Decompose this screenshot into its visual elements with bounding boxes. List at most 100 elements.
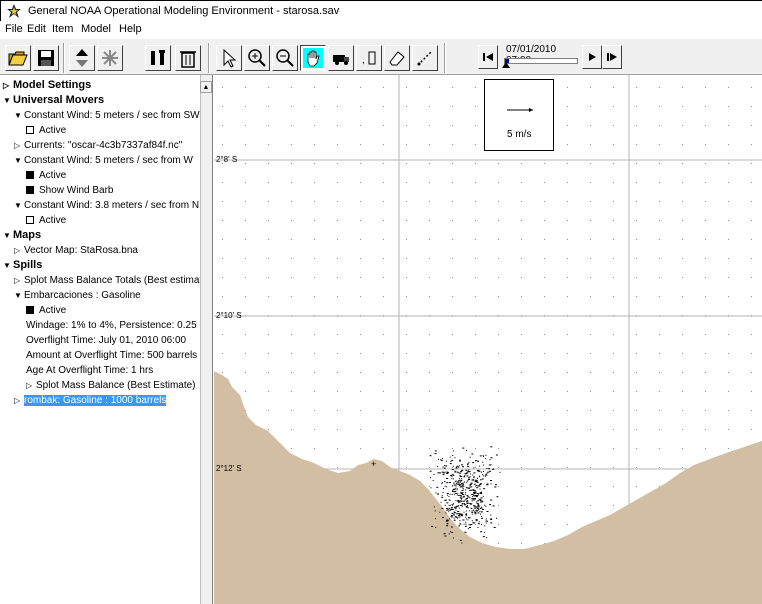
grid-dot <box>659 391 660 392</box>
tree-splot-best[interactable]: ▷ Splot Mass Balance (Best Estimate) <box>26 379 196 392</box>
spill-splot <box>450 475 452 477</box>
rewind-button[interactable] <box>478 45 498 69</box>
tree-maps[interactable]: ▼ Maps <box>3 229 41 242</box>
tree-wind-sw-active[interactable]: Active <box>26 124 66 137</box>
delete-button[interactable] <box>175 45 201 71</box>
tree-emb-active[interactable]: Active <box>26 304 66 317</box>
run-button[interactable] <box>602 45 622 69</box>
grid-dot <box>475 163 476 164</box>
spill-splot <box>445 512 447 514</box>
grid-dot <box>406 277 407 278</box>
map-view[interactable]: + 2°8' S 2°10' S 2°12' S 5 m/s <box>214 75 762 604</box>
scroll-up-button[interactable]: ▲ <box>200 81 212 93</box>
tree-wind-w-barb[interactable]: Show Wind Barb <box>26 184 113 197</box>
grid-dot <box>636 144 637 145</box>
tree-age[interactable]: Age At Overflight Time: 1 hrs <box>26 364 153 377</box>
tree-windage[interactable]: Windage: 1% to 4%, Persistence: 0.25 <box>26 319 197 332</box>
eraser-button[interactable] <box>384 45 410 71</box>
zoom-in-button[interactable] <box>244 45 270 71</box>
arrow-tool-button[interactable] <box>216 45 242 71</box>
grid-dot <box>728 429 729 430</box>
grid-dot <box>498 524 499 525</box>
tree-currents[interactable]: ▷ Currents: "oscar-4c3b7337af84f.nc" <box>14 139 182 152</box>
measure-button[interactable] <box>412 45 438 71</box>
spill-splot <box>462 496 465 498</box>
grid-dot <box>498 505 499 506</box>
tree-overflight-time[interactable]: Overflight Time: July 01, 2010 06:00 <box>26 334 186 347</box>
tree-wind-sw[interactable]: ▼ Constant Wind: 5 meters / sec from SW <box>14 109 200 122</box>
map-canvas[interactable]: + <box>214 75 762 604</box>
tree-rombak[interactable]: ▷ rombak: Gasoline : 1000 barrels <box>14 394 167 407</box>
spill-splot <box>471 503 473 505</box>
grid-dot <box>567 391 568 392</box>
spill-splot <box>449 507 450 509</box>
grid-dot <box>406 258 407 259</box>
spill-splot <box>449 456 451 458</box>
expanded-triangle-icon: ▼ <box>3 96 11 105</box>
spill-splot <box>468 487 470 489</box>
grid-dot <box>475 106 476 107</box>
checkbox-unchecked-icon[interactable] <box>26 216 34 224</box>
menu-file[interactable]: File <box>5 23 23 35</box>
spill-splot <box>492 468 495 470</box>
spill-splot <box>455 506 457 508</box>
checkbox-checked-icon[interactable] <box>26 306 34 314</box>
spill-splot <box>492 505 495 507</box>
spill-splot <box>454 471 456 473</box>
checkbox-checked-icon[interactable] <box>26 171 34 179</box>
spill-splot <box>449 504 451 506</box>
tree-wind-n[interactable]: ▼ Constant Wind: 3.8 meters / sec from N <box>14 199 199 212</box>
spill-splot <box>440 501 442 503</box>
grid-dot <box>728 448 729 449</box>
tree-spills[interactable]: ▼ Spills <box>3 259 42 272</box>
grid-dot <box>222 296 223 297</box>
menu-model[interactable]: Model <box>81 23 111 35</box>
tools-button[interactable] <box>145 45 171 71</box>
tree-vector-map[interactable]: ▷ Vector Map: StaRosa.bna <box>14 244 138 257</box>
menu-edit[interactable]: Edit <box>27 23 46 35</box>
grid-dot <box>567 296 568 297</box>
tree-scrollbar[interactable] <box>200 75 212 604</box>
grid-dot <box>682 201 683 202</box>
tree-universal-movers[interactable]: ▼ Universal Movers <box>3 94 104 107</box>
grid-dot <box>406 467 407 468</box>
expanded-triangle-icon: ▼ <box>14 291 22 300</box>
grid-dot <box>337 144 338 145</box>
grid-dot <box>314 87 315 88</box>
grid-dot <box>544 163 545 164</box>
tree-model-settings[interactable]: ▷ Model Settings <box>3 79 91 92</box>
grid-dot <box>452 163 453 164</box>
tree-wind-n-active[interactable]: Active <box>26 214 66 227</box>
step-forward-button[interactable] <box>582 45 602 69</box>
grid-dot <box>360 182 361 183</box>
tree-wind-w[interactable]: ▼ Constant Wind: 5 meters / sec from W <box>14 154 193 167</box>
grid-dot <box>383 372 384 373</box>
grid-dot <box>567 163 568 164</box>
spill-splot <box>442 458 443 460</box>
count-button[interactable]: , <box>356 45 382 71</box>
hand-tool-button[interactable] <box>300 45 326 71</box>
grid-dot <box>337 87 338 88</box>
grid-dot <box>291 353 292 354</box>
grid-dot <box>751 277 752 278</box>
truck-button[interactable] <box>328 45 354 71</box>
tree-embarcaciones[interactable]: ▼ Embarcaciones : Gasoline <box>14 289 141 302</box>
tree-wind-w-active[interactable]: Active <box>26 169 66 182</box>
save-button[interactable] <box>33 45 59 71</box>
grid-dot <box>751 334 752 335</box>
open-button[interactable] <box>5 45 31 71</box>
grid-dot <box>682 391 683 392</box>
menu-help[interactable]: Help <box>119 23 142 35</box>
spill-icon <box>102 50 118 66</box>
time-slider[interactable] <box>504 58 578 64</box>
tree-splot-totals[interactable]: ▷ Splot Mass Balance Totals (Best estimat… <box>14 274 211 287</box>
move-up-down-button[interactable] <box>69 45 95 71</box>
time-slider-thumb[interactable] <box>502 62 510 68</box>
menu-item[interactable]: Item <box>52 23 73 35</box>
checkbox-unchecked-icon[interactable] <box>26 126 34 134</box>
zoom-out-button[interactable] <box>272 45 298 71</box>
checkbox-checked-icon[interactable] <box>26 186 34 194</box>
spill-button[interactable] <box>97 45 123 71</box>
spill-splot <box>486 537 488 538</box>
tree-amount[interactable]: Amount at Overflight Time: 500 barrels <box>26 349 197 362</box>
